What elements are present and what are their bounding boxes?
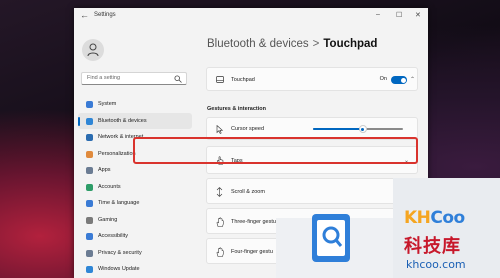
sidebar-item-label: Personalization [98,150,136,157]
brand-part-b: Coo [430,208,465,228]
breadcrumb: Bluetooth & devices > Touchpad [207,38,377,50]
user-icon [87,43,99,57]
avatar[interactable] [82,39,104,61]
sidebar-item-accessibility[interactable]: Accessibility [78,228,192,245]
brush-icon [86,150,93,158]
page-title: Touchpad [323,38,378,50]
slider-fill [313,128,363,130]
four-finger-label: Four-finger gestu [231,249,273,255]
update-icon [86,266,93,273]
touchpad-label: Touchpad [231,77,255,83]
sidebar-item-label: Bluetooth & devices [98,117,147,124]
brand-part-a: KH [404,208,431,228]
sidebar-item-label: Time & language [98,200,140,206]
window-title: Settings [94,12,116,18]
sidebar-item-label: Apps [98,167,111,173]
breadcrumb-parent[interactable]: Bluetooth & devices [207,38,309,50]
sidebar-item-time-and-language[interactable]: Time & language [78,195,192,212]
sidebar-item-label: Accounts [98,183,121,190]
three-finger-icon [216,217,224,227]
wifi-icon [86,134,93,141]
four-finger-icon [216,247,224,257]
apps-icon [86,167,93,174]
sidebar-item-label: Windows Update [98,266,140,272]
watermark-brand: KHCoo [404,208,465,228]
sidebar-item-windows-update[interactable]: Windows Update [78,261,192,278]
highlight-annotation [133,137,418,164]
gamepad-icon [86,216,93,224]
breadcrumb-separator: > [312,38,320,50]
close-button[interactable]: ✕ [415,11,421,19]
sidebar-item-label: Privacy & security [98,249,142,256]
sidebar-item-accounts[interactable]: Accounts [78,179,192,196]
sidebar-item-label: Gaming [98,216,118,223]
cursor-speed-slider[interactable] [313,125,403,133]
scroll-zoom-card[interactable]: Scroll & zoom ⌄ [206,178,418,204]
title-bar: ← Settings – ☐ ✕ [74,8,428,26]
touchpad-toggle[interactable] [391,76,407,84]
sidebar-item-label: System [98,101,117,107]
watermark-logo-icon [312,214,350,262]
search-icon[interactable] [174,75,182,83]
sidebar-item-label: Accessibility [98,233,128,239]
cursor-icon [216,125,223,134]
scroll-icon [216,187,223,197]
watermark-url: khcoo.com [406,258,466,271]
section-title: Gestures & interaction [207,106,266,112]
person-icon [86,183,93,191]
sidebar-item-system[interactable]: System [78,96,192,113]
touchpad-card[interactable]: Touchpad On ⌃ [206,67,418,91]
accessibility-icon [86,233,93,240]
sidebar-item-privacy-and-security[interactable]: Privacy & security [78,245,192,262]
touchpad-icon [216,76,224,83]
maximize-button[interactable]: ☐ [396,11,402,19]
three-finger-label: Three-finger gestu [231,219,276,225]
shield-icon [86,249,93,257]
search-input[interactable]: Find a setting [81,72,187,85]
logo-page [317,220,345,256]
sidebar-item-bluetooth-and-devices[interactable]: Bluetooth & devices [78,112,192,129]
slider-thumb[interactable] [358,125,367,133]
toggle-state-text: On [379,76,387,82]
bluetooth-icon [86,117,93,125]
cursor-speed-label: Cursor speed [231,126,265,132]
watermark-chinese-text: 科技库 [404,236,461,257]
monitor-icon [86,101,93,108]
sidebar-item-gaming[interactable]: Gaming [78,212,192,229]
search-placeholder: Find a setting [87,75,121,81]
minimize-button[interactable]: – [376,11,380,18]
sidebar-nav: System Bluetooth & devices Network & inter… [78,96,194,278]
magnifier-icon [322,226,343,247]
sidebar-item-apps[interactable]: Apps [78,162,192,179]
scroll-zoom-label: Scroll & zoom [231,189,265,195]
globe-clock-icon [86,200,93,207]
back-button[interactable]: ← [80,10,89,20]
chevron-up-icon[interactable]: ⌃ [410,76,415,83]
